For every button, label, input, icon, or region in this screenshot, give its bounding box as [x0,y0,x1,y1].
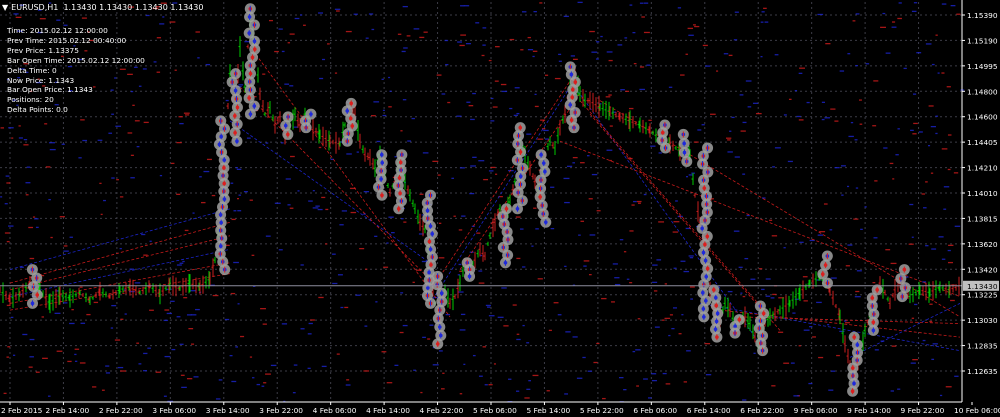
info-panel: Time: 2015.02.12 12:00:00 Prev Time: 201… [7,26,145,115]
info-line: Time: 2015.02.12 12:00:00 [7,26,108,35]
ohlc-values: 1.13430 1.13430 1.13430 1.13430 [63,3,204,12]
current-price-tag: 1.13430 [963,280,999,291]
trend-line [239,86,441,291]
y-tick-label: 1.14210 [967,164,998,173]
x-tick-label: 6 Feb 22:00 [740,406,784,415]
y-tick-label: 1.14995 [967,62,998,71]
y-tick-label: 1.13815 [967,214,998,223]
trend-line [429,86,571,304]
y-tick-label: 1.12635 [967,367,998,376]
x-tick-label: 5 Feb 06:00 [473,406,517,415]
x-tick-label: 9 Feb 22:00 [901,406,945,415]
trend-line [849,302,961,358]
chart-window[interactable]: 1.15390 1.15190 1.14995 1.14800 1.14600 1.144… [0,0,1000,417]
x-tick-label: 9 Feb 06:00 [794,406,838,415]
x-tick-label: 2 Feb 14:00 [45,406,89,415]
y-tick-label: 1.14600 [967,113,998,122]
x-tick-label: 3 Feb 06:00 [152,406,196,415]
x-tick-label: 5 Feb 22:00 [580,406,624,415]
x-tick-label: 4 Feb 22:00 [420,406,464,415]
trend-line [579,100,771,318]
info-line: Delta Time: 0 [7,65,57,75]
x-tick-label: 2 Feb 22:00 [99,406,143,415]
chart-title: ▼ EURUSD,H1 1.13430 1.13430 1.13430 1.134… [2,3,203,12]
x-tick-label: 6 Feb 14:00 [687,406,731,415]
x-tick-label: 4 Feb 06:00 [313,406,357,415]
y-tick-label: 1.12835 [967,342,998,351]
info-line: Prev Time: 2015.02.12 00:40:00 [7,35,127,45]
y-tick-label: 1.14405 [967,138,998,147]
x-tick-label: 4 Feb 14:00 [366,406,410,415]
info-line: Bar Open Time: 2015.02.12 12:00:00 [7,55,145,65]
info-line: Prev Price: 1.13375 [7,45,79,55]
x-tick-label: 2 Feb 2015 [1,406,43,415]
x-tick-label: 5 Feb 14:00 [526,406,570,415]
trend-line [249,46,451,318]
info-line: Delta Points: 0.0 [7,105,68,115]
price-chart[interactable]: 1.15390 1.15190 1.14995 1.14800 1.14600 1.144… [0,0,1000,417]
x-tick-label: 3 Feb 14:00 [206,406,250,415]
y-tick-label: 1.14800 [967,87,998,96]
y-tick-label: 1.13620 [967,240,998,249]
price-tag-label: 1.13430 [967,282,998,291]
x-tick-label: 6 Feb 06:00 [633,406,677,415]
info-line: Positions: 20 [7,95,54,105]
info-line: Now Price: 1.1343 [7,75,75,85]
info-line: Bar Open Price: 1.1343 [7,85,93,95]
x-tick-label: 9 Feb 14:00 [847,406,891,415]
y-tick-label: 1.13420 [967,265,998,274]
trend-line [9,221,231,284]
x-tick-label: 10 Feb 06:00 [954,406,1000,415]
y-tick-label: 1.15390 [967,11,998,20]
y-tick-label: 1.13225 [967,291,998,300]
y-tick-label: 1.14010 [967,189,998,198]
x-tick-label: 3 Feb 22:00 [259,406,303,415]
symbol-label: EURUSD,H1 [11,3,59,12]
y-tick-label: 1.15190 [967,36,998,45]
y-tick-label: 1.13030 [967,316,998,325]
trend-line [9,208,231,270]
caret-down-icon[interactable]: ▼ [2,3,8,12]
